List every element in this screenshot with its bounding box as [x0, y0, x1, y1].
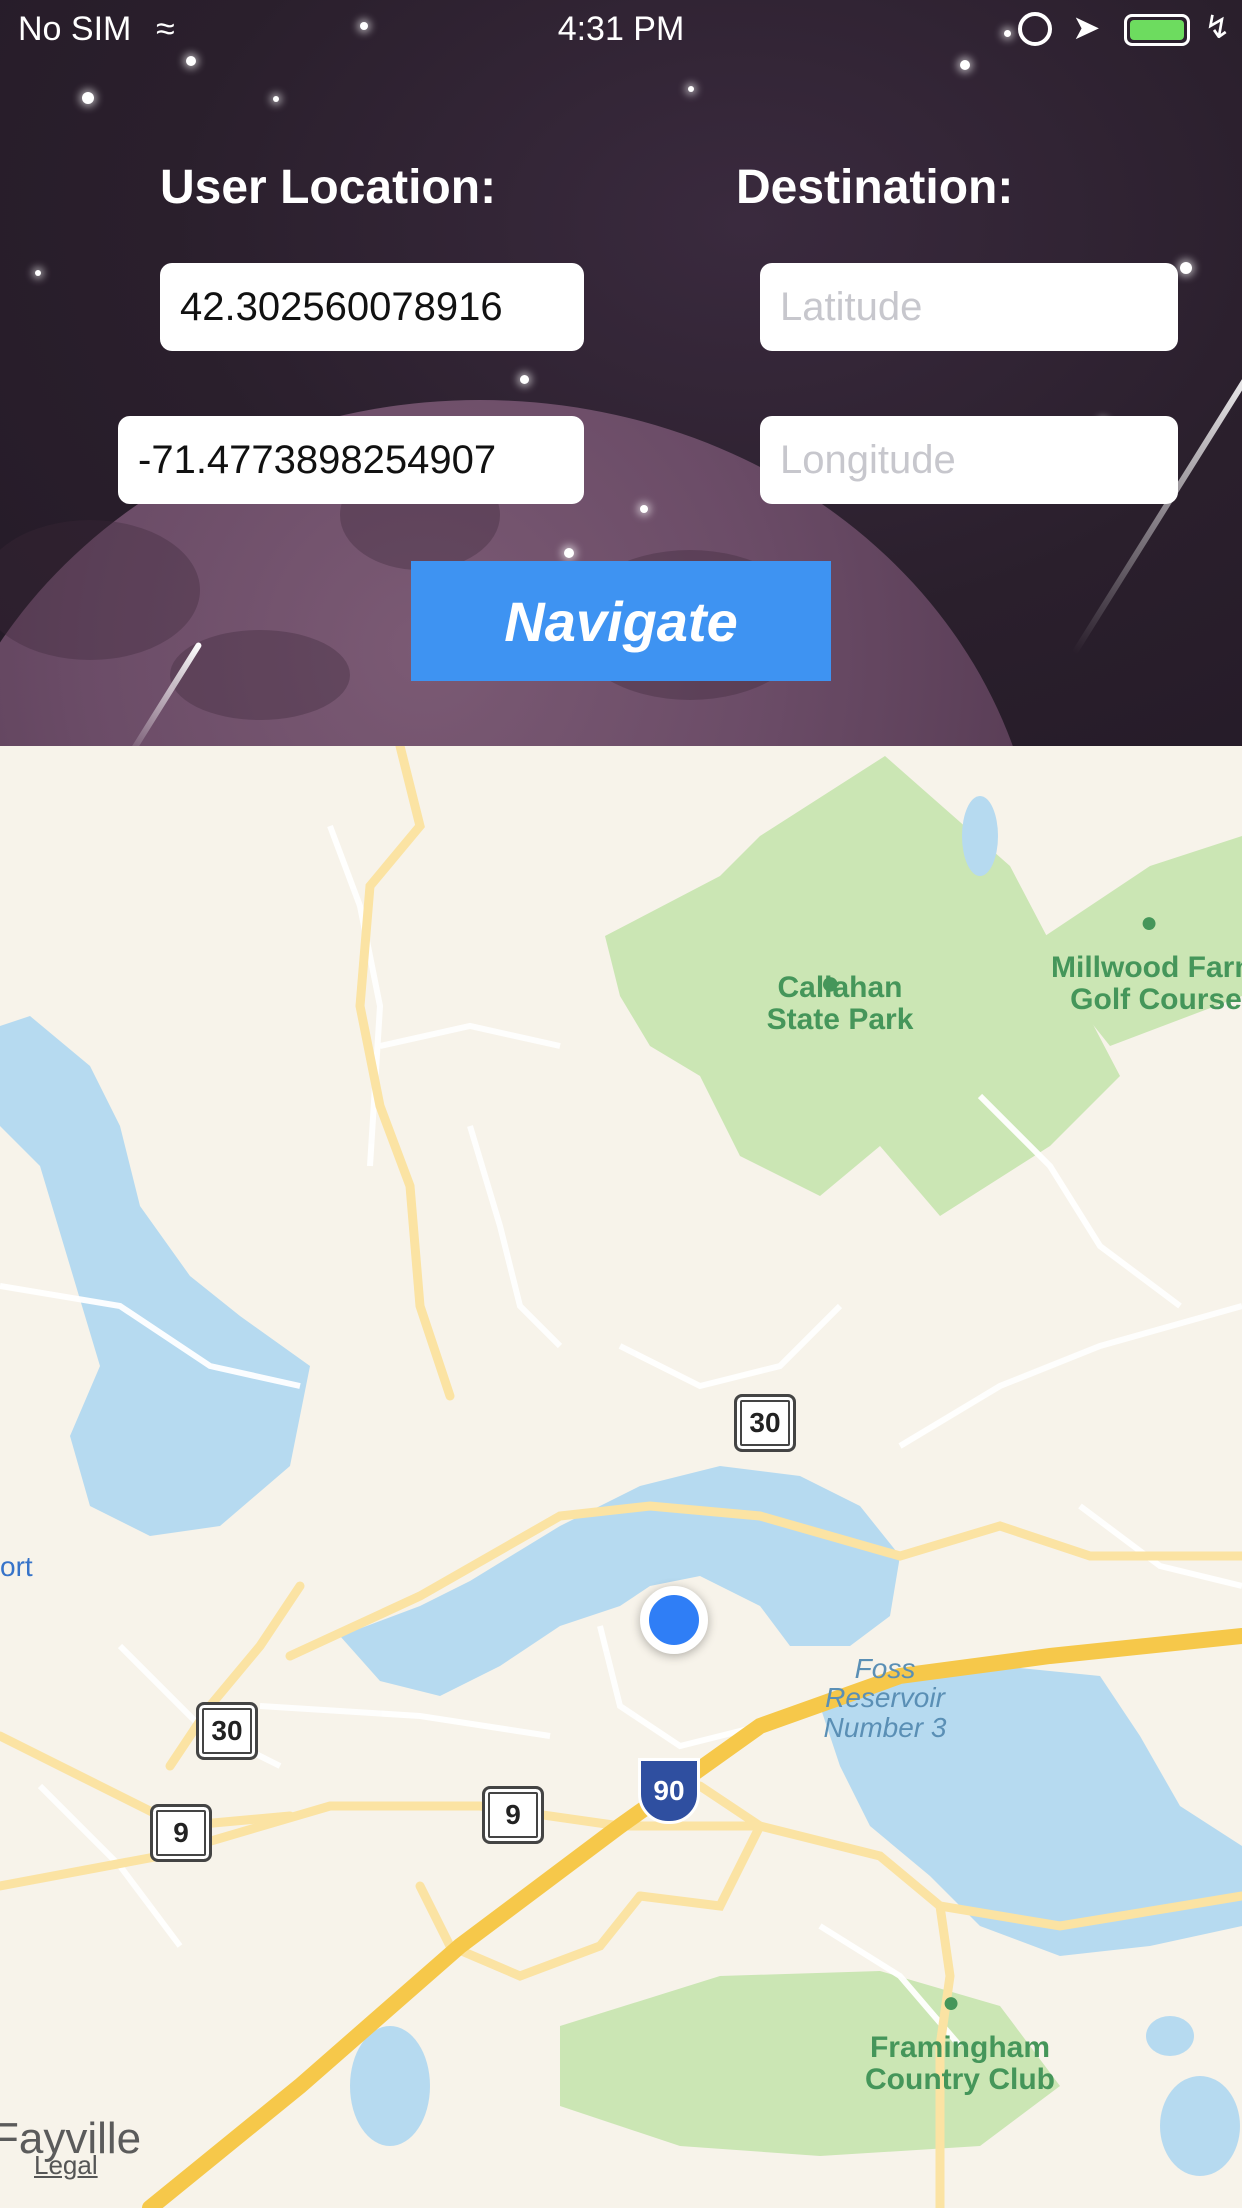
destination-latitude-field[interactable]	[760, 263, 1178, 351]
user-location-heading: User Location:	[160, 161, 497, 214]
status-time: 4:31 PM	[557, 10, 685, 48]
airport-label: ort	[0, 1551, 33, 1582]
route-9-shield: 9	[150, 1804, 212, 1862]
millwood-golf-label: Millwood Farm Golf Course	[1051, 951, 1242, 1016]
lake-west	[0, 1016, 310, 1536]
orientation-lock-icon	[1018, 12, 1052, 46]
status-bar: No SIM ≈ 4:31 PM ➤ ↯	[0, 0, 1242, 60]
navigate-button[interactable]: Navigate	[411, 561, 831, 681]
route-30-shield: 30	[734, 1394, 796, 1452]
location-arrow-icon: ➤	[1072, 9, 1101, 47]
route-9-shield: 9	[482, 1786, 544, 1844]
golf-flag-icon: ●	[942, 1986, 961, 2019]
user-location-dot[interactable]	[640, 1586, 708, 1654]
golf-flag-icon: ●	[1140, 906, 1159, 939]
legal-link[interactable]: Legal	[34, 2150, 98, 2181]
route-30-shield: 30	[196, 1702, 258, 1760]
park-tree-icon: ●	[820, 964, 841, 1002]
map-view[interactable]: Callahan State Park Millwood Farm Golf C…	[0, 746, 1242, 2208]
foss-reservoir-label: Foss Reservoir Number 3	[823, 1653, 947, 1743]
interstate-90-shield: 90	[638, 1758, 700, 1824]
destination-heading: Destination:	[736, 161, 1014, 214]
user-latitude-field[interactable]	[160, 263, 584, 351]
starry-header: No SIM ≈ 4:31 PM ➤ ↯ User Location: Dest…	[0, 0, 1242, 746]
framingham-country-club-label: Framingham Country Club	[865, 2031, 1055, 2096]
user-longitude-field[interactable]	[118, 416, 584, 504]
charging-bolt-icon: ↯	[1204, 9, 1231, 45]
destination-longitude-field[interactable]	[760, 416, 1178, 504]
battery-icon	[1124, 14, 1190, 46]
